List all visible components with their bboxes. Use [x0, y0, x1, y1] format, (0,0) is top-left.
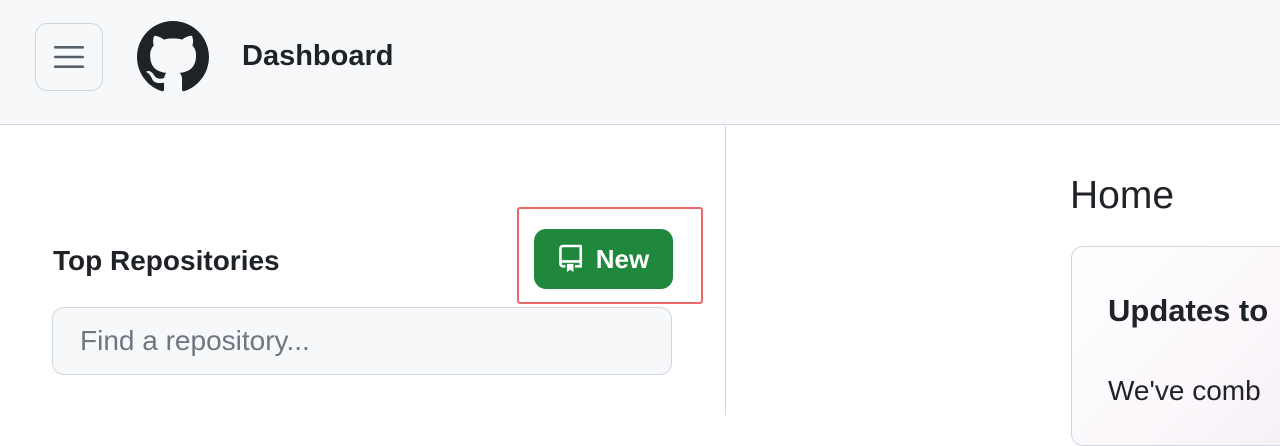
top-header: Dashboard [0, 0, 1280, 125]
updates-card: Updates to We've comb [1071, 246, 1280, 446]
home-heading: Home [1070, 174, 1175, 217]
repo-icon [558, 244, 582, 272]
main-content: Home Updates to We've comb [727, 126, 1280, 446]
page-title[interactable]: Dashboard [242, 38, 393, 74]
github-logo-icon[interactable] [137, 21, 209, 93]
new-repository-button[interactable]: New [534, 229, 673, 289]
card-text: We've comb [1108, 375, 1261, 406]
new-button-label: New [595, 243, 650, 274]
card-title: Updates to [1108, 293, 1269, 328]
menu-button[interactable] [35, 23, 103, 91]
sidebar: Top Repositories New [0, 126, 726, 415]
hamburger-icon [54, 46, 84, 68]
top-repositories-heading: Top Repositories [53, 245, 280, 276]
find-repository-input[interactable] [52, 307, 672, 375]
